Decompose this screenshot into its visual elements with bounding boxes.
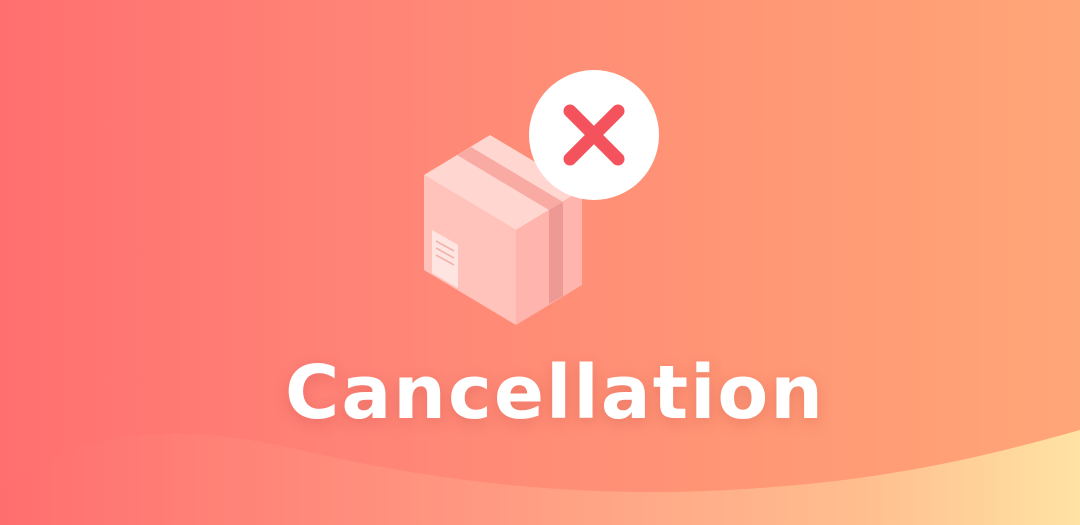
cancel-x-icon <box>529 70 659 200</box>
illustration <box>424 70 659 325</box>
cancellation-banner: Cancellation <box>0 0 1080 525</box>
banner-title: Cancellation <box>285 350 825 436</box>
